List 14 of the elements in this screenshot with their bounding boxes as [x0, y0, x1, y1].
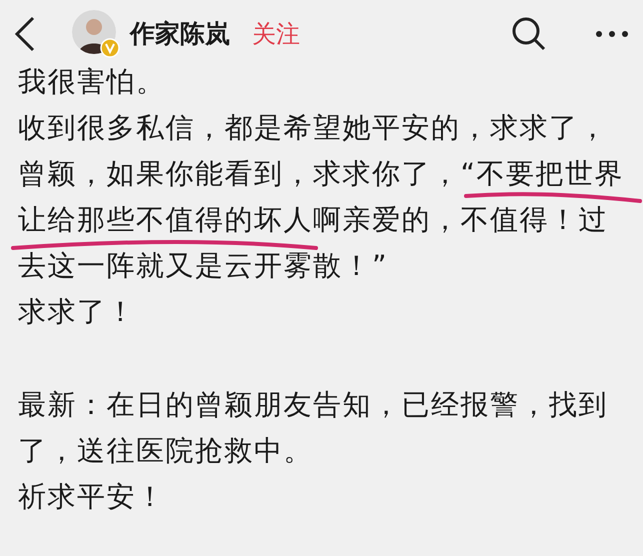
more-icon[interactable] — [595, 30, 629, 38]
text-line: 求求了！ — [18, 298, 136, 326]
text-line: 收到很多私信，都是希望她平安的，求求了， — [18, 114, 608, 142]
search-icon[interactable] — [511, 16, 547, 52]
text-line: 了，送往医院抢救中。 — [18, 437, 313, 465]
text-line: 让给那些不值得的坏人啊亲爱的，不值得！过 — [18, 206, 608, 234]
text-line: 我很害怕。 — [18, 68, 166, 96]
author-name[interactable]: 作家陈岚 — [130, 15, 230, 53]
follow-button[interactable]: 关注 — [252, 16, 300, 52]
text-line: 最新：在日的曾颖朋友告知，已经报警，找到 — [18, 391, 608, 419]
text-line: 曾颖，如果你能看到，求求你了，“不要把世界 — [18, 160, 624, 188]
text-line: 去这一阵就又是云开雾散！” — [18, 252, 388, 280]
text-line: 祈求平安！ — [18, 483, 166, 511]
back-icon[interactable] — [14, 16, 36, 52]
